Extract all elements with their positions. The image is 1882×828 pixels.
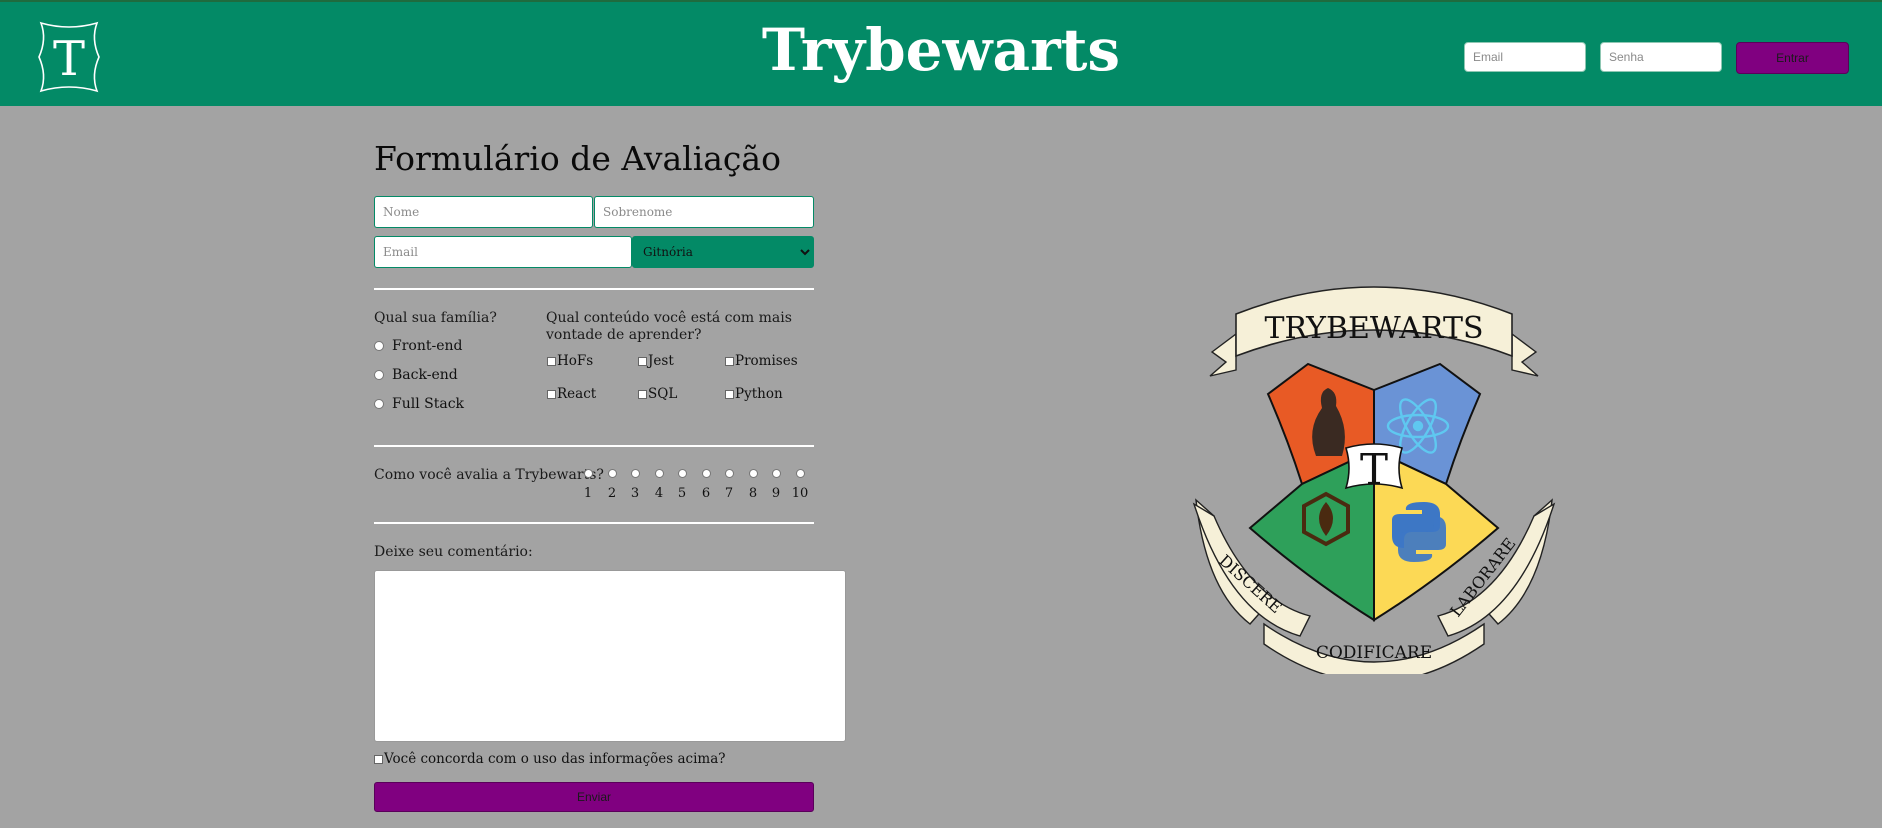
rating-number: 9 [771, 486, 781, 501]
radio-button[interactable] [748, 469, 758, 478]
content-label: React [557, 386, 597, 402]
comment-label: Deixe seu comentário: [374, 544, 533, 560]
rating-option[interactable]: 5 [671, 469, 693, 501]
checkbox[interactable] [547, 356, 556, 366]
content-label: Python [735, 386, 783, 402]
radio-button[interactable] [374, 370, 384, 380]
rating-option[interactable]: 2 [601, 469, 623, 501]
radio-button[interactable] [701, 469, 711, 478]
header: T Trybewarts Entrar [0, 0, 1882, 106]
checkbox[interactable] [547, 389, 556, 399]
content-label: SQL [648, 386, 678, 402]
rating-question: Como você avalia a Trybewarts? [374, 467, 604, 483]
rating-number: 6 [701, 486, 711, 501]
comment-textarea[interactable] [374, 570, 846, 742]
login-form: Entrar [1464, 42, 1849, 74]
content-option-python[interactable]: Python [725, 386, 783, 402]
checkbox[interactable] [725, 389, 734, 399]
last-name-input[interactable] [594, 196, 814, 228]
radio-button[interactable] [630, 469, 640, 478]
checkbox[interactable] [638, 356, 647, 366]
crest-banner-title: TRYBEWARTS [1264, 311, 1483, 346]
form-title: Formulário de Avaliação [374, 139, 781, 178]
content-option-sql[interactable]: SQL [638, 386, 677, 402]
rating-option[interactable]: 9 [765, 469, 787, 501]
rating-option[interactable]: 4 [648, 469, 670, 501]
checkbox[interactable] [725, 356, 734, 366]
rating-number: 4 [654, 486, 664, 501]
radio-button[interactable] [795, 469, 805, 478]
rating-number: 7 [724, 486, 734, 501]
content-label: HoFs [557, 353, 594, 369]
content-question: Qual conteúdo você está com mais vontade… [546, 310, 792, 343]
rating-number: 10 [791, 486, 809, 501]
login-password-input[interactable] [1600, 42, 1722, 72]
trybewarts-crest-image: TRYBEWARTS T DISCERE CODIFICARE LABORARE [1192, 286, 1556, 674]
radio-button[interactable] [583, 469, 593, 478]
email-input[interactable] [374, 236, 632, 268]
radio-button[interactable] [724, 469, 734, 478]
motto-center: CODIFICARE [1316, 643, 1432, 663]
radio-button[interactable] [654, 469, 664, 478]
divider [374, 522, 814, 524]
rating-number: 2 [607, 486, 617, 501]
submit-button[interactable]: Enviar [374, 782, 814, 812]
login-email-input[interactable] [1464, 42, 1586, 72]
content-option-react[interactable]: React [547, 386, 596, 402]
rating-option[interactable]: 1 [577, 469, 599, 501]
house-select[interactable]: Gitnória [632, 236, 814, 268]
rating-option[interactable]: 6 [695, 469, 717, 501]
family-question: Qual sua família? [374, 310, 497, 326]
radio-button[interactable] [607, 469, 617, 478]
agreement-checkbox-row[interactable]: Você concorda com o uso das informações … [374, 751, 726, 767]
rating-option[interactable]: 8 [742, 469, 764, 501]
family-option-fullstack[interactable]: Full Stack [374, 396, 464, 412]
content-option-jest[interactable]: Jest [638, 353, 674, 369]
rating-option[interactable]: 3 [624, 469, 646, 501]
content-label: Promises [735, 353, 798, 369]
radio-button[interactable] [374, 399, 384, 409]
top-banner: TRYBEWARTS [1209, 286, 1539, 377]
divider [374, 445, 814, 447]
rating-number: 3 [630, 486, 640, 501]
radio-button[interactable] [374, 341, 384, 351]
family-label: Back-end [392, 367, 458, 383]
content-label: Jest [648, 353, 674, 369]
family-option-backend[interactable]: Back-end [374, 367, 458, 383]
rating-number: 5 [677, 486, 687, 501]
family-label: Full Stack [392, 396, 465, 412]
rating-number: 1 [583, 486, 593, 501]
family-option-frontend[interactable]: Front-end [374, 338, 462, 354]
checkbox[interactable] [638, 389, 647, 399]
rating-number: 8 [748, 486, 758, 501]
first-name-input[interactable] [374, 196, 593, 228]
rating-option[interactable]: 7 [718, 469, 740, 501]
content-option-hofs[interactable]: HoFs [547, 353, 593, 369]
shield: T [1248, 362, 1500, 622]
divider [374, 288, 814, 290]
radio-button[interactable] [771, 469, 781, 478]
radio-button[interactable] [677, 469, 687, 478]
family-label: Front-end [392, 338, 463, 354]
agreement-checkbox[interactable] [374, 754, 383, 764]
agreement-label: Você concorda com o uso das informações … [384, 751, 726, 767]
crest-letter: T [1360, 445, 1388, 494]
content-option-promises[interactable]: Promises [725, 353, 798, 369]
rating-option[interactable]: 10 [789, 469, 811, 501]
login-button[interactable]: Entrar [1736, 42, 1849, 74]
